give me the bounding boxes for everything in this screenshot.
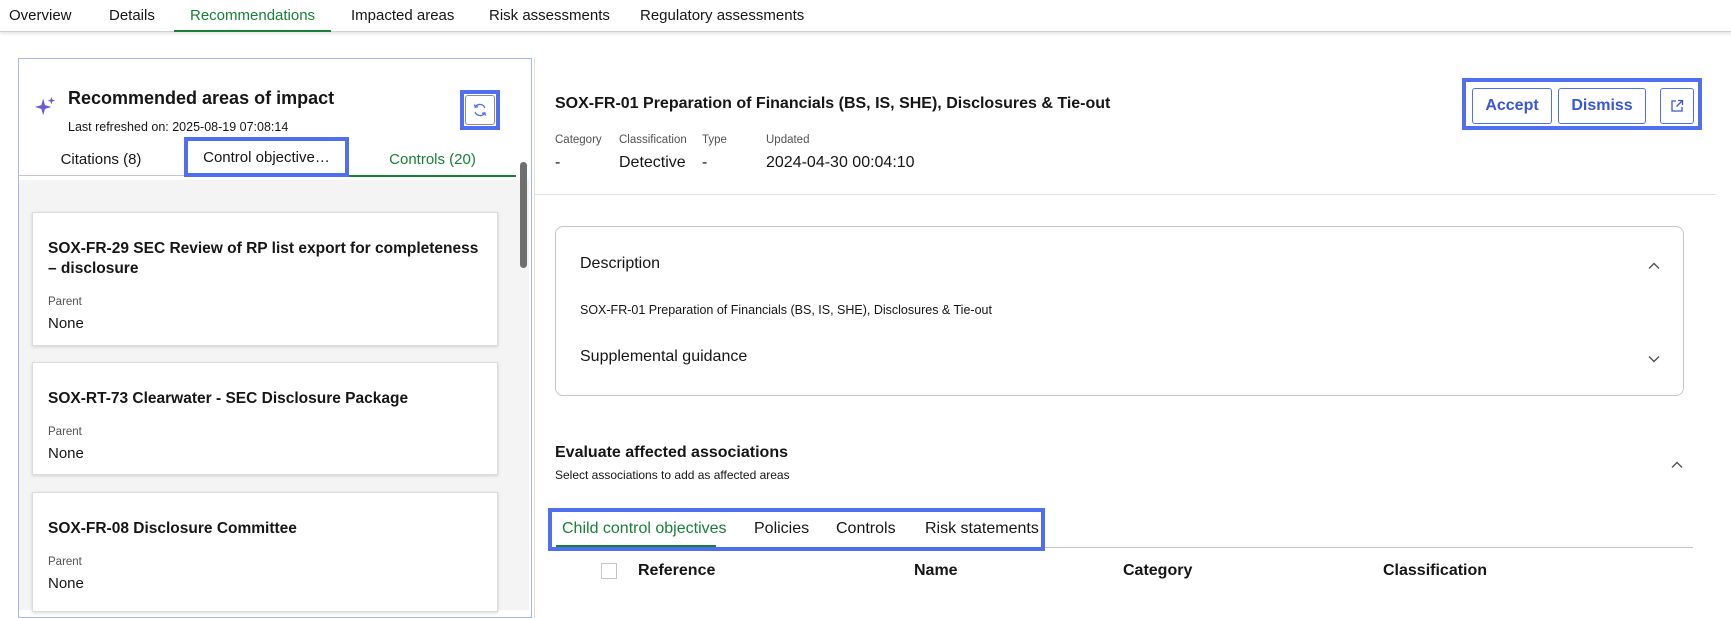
tab-policies[interactable]: Policies xyxy=(754,520,809,538)
tab-recommendations[interactable]: Recommendations xyxy=(173,0,332,32)
tab-details[interactable]: Details xyxy=(109,0,155,32)
category-label: Category xyxy=(555,134,602,146)
classification-value: Detective xyxy=(619,154,686,171)
updated-value: 2024-04-30 00:04:10 xyxy=(766,154,915,171)
external-link-icon xyxy=(1671,99,1684,112)
column-header-category[interactable]: Category xyxy=(1123,562,1192,580)
evaluate-title: Evaluate affected associations xyxy=(555,444,788,461)
tab-risk-statements[interactable]: Risk statements xyxy=(925,520,1039,538)
card-parent-value: None xyxy=(48,445,84,462)
list-item[interactable]: SOX-FR-29 SEC Review of RP list export f… xyxy=(32,212,498,346)
dismiss-button[interactable]: Dismiss xyxy=(1558,88,1646,124)
tab-control-objectives[interactable]: Control objective… xyxy=(184,137,349,177)
accept-button[interactable]: Accept xyxy=(1472,88,1552,124)
type-value: - xyxy=(702,154,708,171)
refresh-button[interactable] xyxy=(460,90,500,130)
detail-title: SOX-FR-01 Preparation of Financials (BS,… xyxy=(555,95,1111,112)
header-divider xyxy=(535,194,1715,195)
card-title: SOX-FR-29 SEC Review of RP list export f… xyxy=(48,240,479,277)
tab-regulatory-assessments[interactable]: Regulatory assessments xyxy=(640,0,804,32)
open-external-button[interactable] xyxy=(1660,88,1694,124)
card-parent-label: Parent xyxy=(48,296,82,308)
scrollbar[interactable] xyxy=(520,162,527,268)
panel-divider xyxy=(534,58,535,618)
list-item[interactable]: SOX-FR-08 Disclosure Committee Parent No… xyxy=(32,492,498,612)
recommendation-tabs: Citations (8) Control objective… Control… xyxy=(19,137,516,177)
classification-label: Classification xyxy=(619,134,687,146)
card-title: SOX-FR-08 Disclosure Committee xyxy=(48,520,297,537)
select-all-checkbox[interactable] xyxy=(601,563,617,579)
action-buttons: Accept Dismiss xyxy=(1462,78,1702,130)
recommended-title: Recommended areas of impact xyxy=(68,88,335,108)
updated-label: Updated xyxy=(766,134,810,146)
column-header-name[interactable]: Name xyxy=(914,562,958,580)
category-value: - xyxy=(555,154,561,171)
chevron-up-icon[interactable] xyxy=(1647,259,1661,273)
top-tab-bar: Overview Details Recommendations Impacte… xyxy=(0,0,1731,32)
card-parent-label: Parent xyxy=(48,556,82,568)
description-accordion: Description SOX-FR-01 Preparation of Fin… xyxy=(555,226,1684,396)
active-tab-indicator xyxy=(556,545,716,547)
column-header-reference[interactable]: Reference xyxy=(638,562,715,580)
association-tabs: Child control objectives Policies Contro… xyxy=(548,508,1045,551)
tab-impacted-areas[interactable]: Impacted areas xyxy=(351,0,454,32)
tab-child-control-objectives[interactable]: Child control objectives xyxy=(562,520,727,538)
description-heading[interactable]: Description xyxy=(580,255,660,273)
evaluate-subtitle: Select associations to add as affected a… xyxy=(555,468,790,482)
description-text: SOX-FR-01 Preparation of Financials (BS,… xyxy=(580,303,992,317)
tab-controls-assoc[interactable]: Controls xyxy=(836,520,896,538)
chevron-up-icon[interactable] xyxy=(1670,458,1684,472)
chevron-down-icon[interactable] xyxy=(1647,352,1661,366)
tab-citations[interactable]: Citations (8) xyxy=(19,142,183,176)
card-title: SOX-RT-73 Clearwater - SEC Disclosure Pa… xyxy=(48,390,409,407)
type-label: Type xyxy=(702,134,727,146)
last-refreshed: Last refreshed on: 2025-08-19 07:08:14 xyxy=(68,120,289,134)
tab-risk-assessments[interactable]: Risk assessments xyxy=(489,0,610,32)
refresh-icon xyxy=(473,103,487,117)
tab-overview[interactable]: Overview xyxy=(9,0,72,32)
card-parent-value: None xyxy=(48,315,84,332)
column-header-classification[interactable]: Classification xyxy=(1383,562,1487,580)
supplemental-heading[interactable]: Supplemental guidance xyxy=(580,348,747,366)
sparkle-icon xyxy=(34,96,56,116)
card-parent-label: Parent xyxy=(48,426,82,438)
list-item[interactable]: SOX-RT-73 Clearwater - SEC Disclosure Pa… xyxy=(32,362,498,475)
tab-controls[interactable]: Controls (20) xyxy=(349,142,516,177)
card-parent-value: None xyxy=(48,575,84,592)
